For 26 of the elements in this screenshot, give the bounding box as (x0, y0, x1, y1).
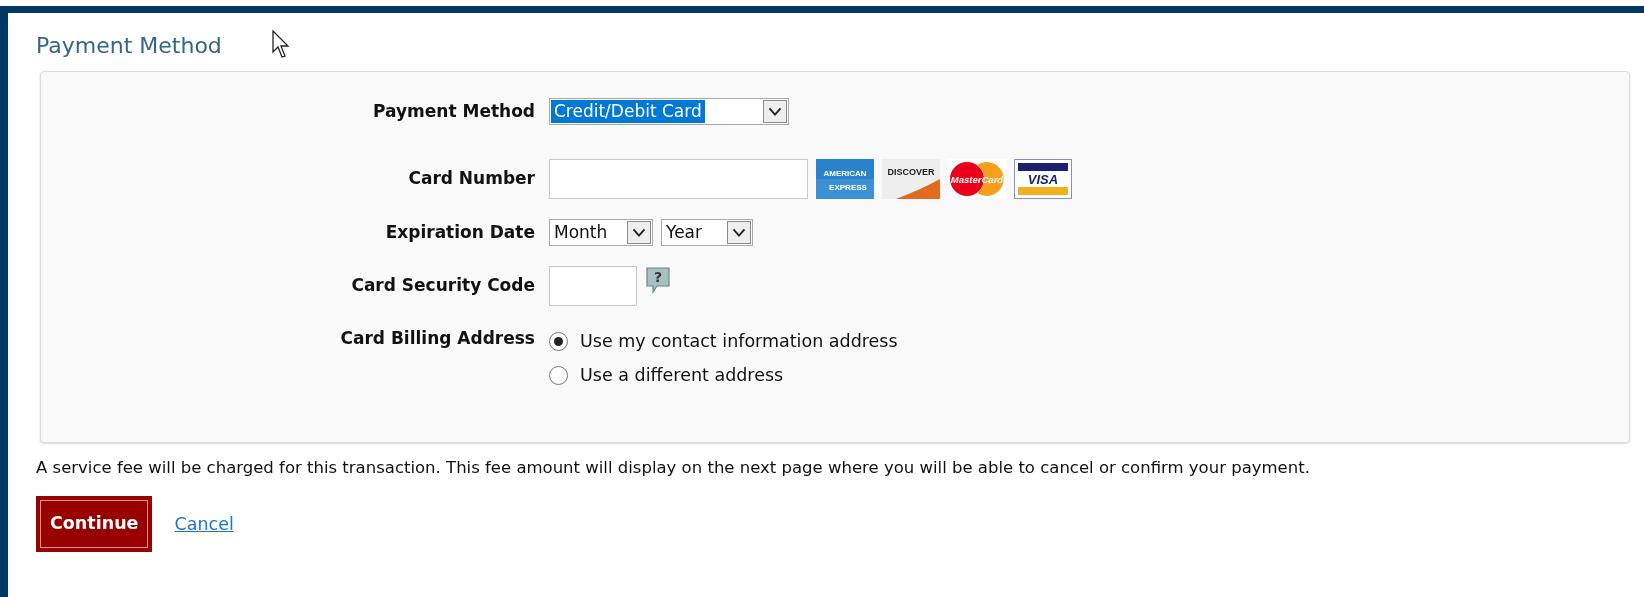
card-logo: AMERICAN EXPRESS (816, 159, 874, 199)
field-label: Card Security Code (350, 274, 535, 298)
card-logo: DISCOVER (882, 159, 940, 199)
security-code-field[interactable] (549, 266, 637, 306)
radio-button[interactable] (549, 365, 568, 385)
continue-button[interactable]: Continue (36, 496, 153, 552)
month-select[interactable]: Month (549, 219, 653, 246)
field-label: Card Number (407, 167, 535, 191)
field-label: Expiration Date (384, 220, 535, 244)
notice-text: A service fee will be charged for this transaction. This fee amount will display on the next page where you will be able to cancel or confirm your payment. (36, 457, 1311, 478)
caret-icon (763, 100, 787, 123)
card-number-field[interactable] (549, 159, 808, 199)
field-label: Card Billing Address (339, 327, 535, 350)
cancel-link[interactable]: Cancel (174, 510, 234, 537)
section-title: Payment Method (36, 35, 222, 57)
field-label: Payment Method (372, 99, 535, 123)
caret-icon (727, 221, 751, 244)
cursor-icon (272, 30, 292, 60)
caret-icon (627, 221, 651, 244)
option-label: Use my contact information address (580, 330, 898, 353)
radio-button[interactable] (549, 331, 568, 351)
card-logo: VISA (1014, 159, 1072, 199)
option-label: Use a different address (580, 364, 784, 388)
year-select[interactable]: Year (661, 219, 753, 246)
help-icon[interactable]: ? (645, 266, 671, 294)
payment-method-select[interactable]: Credit/Debit Card (549, 98, 789, 125)
